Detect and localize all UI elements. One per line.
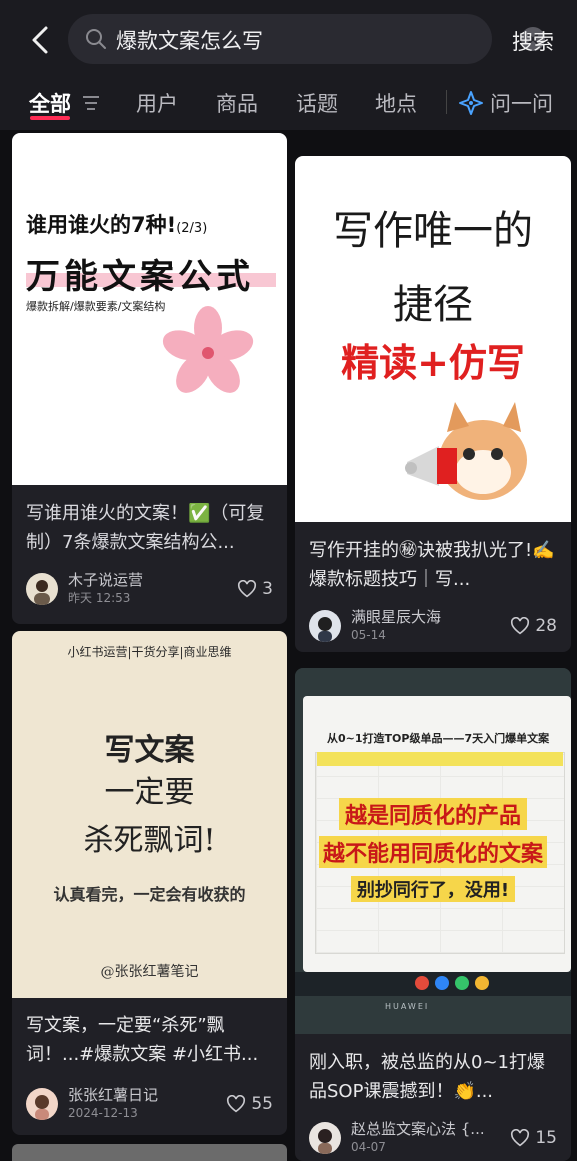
post-date: 2024-12-13 (68, 1106, 138, 1120)
cover-heading: 写文案 (104, 733, 195, 768)
cover-heading: 谁用谁火的7种!(2/3) (26, 213, 208, 237)
cover-title: 万能文案公式 (26, 257, 254, 297)
cover-subtitle: 爆款拆解/爆款要素/文案结构 (26, 300, 166, 313)
heart-icon (511, 617, 530, 635)
note-title[interactable]: 写谁用谁火的文案！✅（可复制）7条爆款文案结构公... (26, 499, 276, 559)
cover-title: 杀死飘词! (83, 823, 216, 858)
cover-subheading: 一定要 (104, 775, 195, 810)
ask-sparkle-icon (459, 91, 483, 115)
avatar[interactable] (309, 1122, 341, 1154)
author-info[interactable]: 张张红薯日记 2024-12-13 (26, 1086, 158, 1122)
search-button[interactable]: 搜索 (512, 26, 554, 56)
post-date: 04-07 (351, 1140, 386, 1154)
note-title[interactable]: 写文案，一定要“杀死”飘词！...#爆款文案 #小红书... (26, 1011, 276, 1071)
note-title[interactable]: 写作开挂的㊙诀被我扒光了!✍️爆款标题技巧｜写... (309, 536, 561, 596)
like-button[interactable]: 55 (226, 1094, 273, 1114)
overlay-line-1: 越是同质化的产品 (338, 798, 527, 830)
post-date: 05-14 (351, 628, 386, 642)
filter-icon[interactable] (81, 94, 101, 112)
note-cover[interactable]: 小红书运营|干货分享|商业思维 写文案 一定要 杀死飘词! 认真看完，一定会有收… (12, 631, 287, 998)
avatar[interactable] (26, 573, 58, 605)
like-button[interactable]: 28 (510, 616, 557, 636)
like-button[interactable]: 15 (510, 1128, 557, 1148)
cover-overlay-3: 别抄同行了，没用! (295, 876, 571, 902)
note-cover[interactable]: 从0~1打造TOP级单品——7天入门爆单文案 越是同质化的产品 越不能用同质化的… (295, 668, 571, 1034)
tab-places[interactable]: 地点 (375, 88, 417, 118)
active-tab-indicator (30, 116, 70, 120)
chevron-left-icon (32, 26, 48, 54)
cover-subheading: 捷径 (393, 282, 473, 328)
note-card[interactable]: 谁用谁火的7种!(2/3) 万能文案公式 爆款拆解/爆款要素/文案结构 写谁用谁… (12, 133, 287, 624)
cover-note: 认真看完，一定会有收获的 (53, 885, 246, 904)
tab-products[interactable]: 商品 (216, 88, 258, 118)
note-cover[interactable]: 写作唯一的 捷径 精读+仿写 (295, 156, 571, 522)
like-count: 15 (535, 1128, 557, 1148)
cover-overlay: 越是同质化的产品 (295, 798, 571, 830)
post-date: 昨天 12:53 (68, 591, 131, 605)
note-title[interactable]: 刚入职，被总监的从0~1打爆品SOP课震撼到！👏... (309, 1048, 561, 1108)
laptop-screen: 从0~1打造TOP级单品——7天入门爆单文案 (303, 696, 571, 972)
heart-icon (511, 1129, 530, 1147)
author-name: 满眼星辰大海 (351, 608, 442, 626)
top-bar: 搜索 (0, 0, 577, 78)
taskbar (295, 972, 571, 996)
author-info[interactable]: 赵总监文案心法 {... 04-07 (309, 1120, 485, 1156)
heart-icon (227, 1095, 246, 1113)
next-note-card-peek[interactable] (12, 1144, 287, 1161)
avatar[interactable] (26, 1088, 58, 1120)
like-count: 3 (262, 579, 273, 599)
author-info[interactable]: 木子说运营 昨天 12:53 (26, 571, 143, 607)
laptop-brand: HUAWEI (385, 1002, 430, 1011)
back-button[interactable] (22, 20, 58, 60)
cover-overlay-2: 越不能用同质化的文案 (295, 836, 571, 868)
overlay-line-3: 别抄同行了，没用! (350, 876, 516, 902)
tab-ask[interactable]: 问一问 (490, 88, 553, 118)
flower-illustration (162, 306, 254, 393)
cover-signature: @张张红薯笔记 (100, 964, 199, 980)
author-name: 张张红薯日记 (68, 1086, 159, 1104)
doc-table-header (317, 752, 563, 766)
cover-heading: 写作唯一的 (333, 208, 533, 254)
search-box[interactable] (68, 14, 545, 66)
author-name: 赵总监文案心法 {... (351, 1120, 485, 1138)
search-icon (86, 29, 106, 49)
note-card[interactable]: 写作唯一的 捷径 精读+仿写 写作开挂的㊙诀被我扒光了!✍️爆款标题技巧｜写..… (295, 156, 571, 652)
like-button[interactable]: 3 (237, 579, 273, 599)
cover-tagline: 小红书运营|干货分享|商业思维 (67, 645, 232, 659)
like-count: 55 (251, 1094, 273, 1114)
tab-all[interactable]: 全部 (29, 88, 71, 118)
overlay-line-2: 越不能用同质化的文案 (318, 836, 547, 868)
cat-megaphone-illustration (405, 402, 527, 500)
heart-icon (238, 580, 257, 598)
tab-topics[interactable]: 话题 (296, 88, 338, 118)
note-cover[interactable]: 谁用谁火的7种!(2/3) 万能文案公式 爆款拆解/爆款要素/文案结构 (12, 133, 287, 485)
note-card[interactable]: 从0~1打造TOP级单品——7天入门爆单文案 越是同质化的产品 越不能用同质化的… (295, 668, 571, 1161)
author-name: 木子说运营 (68, 571, 144, 589)
doc-title: 从0~1打造TOP级单品——7天入门爆单文案 (327, 732, 550, 745)
search-input[interactable] (114, 14, 448, 66)
cover-title: 精读+仿写 (341, 341, 525, 385)
tab-users[interactable]: 用户 (136, 88, 178, 118)
note-card[interactable]: 小红书运营|干货分享|商业思维 写文案 一定要 杀死飘词! 认真看完，一定会有收… (12, 631, 287, 1135)
tab-divider (446, 90, 447, 114)
like-count: 28 (535, 616, 557, 636)
author-info[interactable]: 满眼星辰大海 05-14 (309, 608, 441, 644)
avatar[interactable] (309, 610, 341, 642)
